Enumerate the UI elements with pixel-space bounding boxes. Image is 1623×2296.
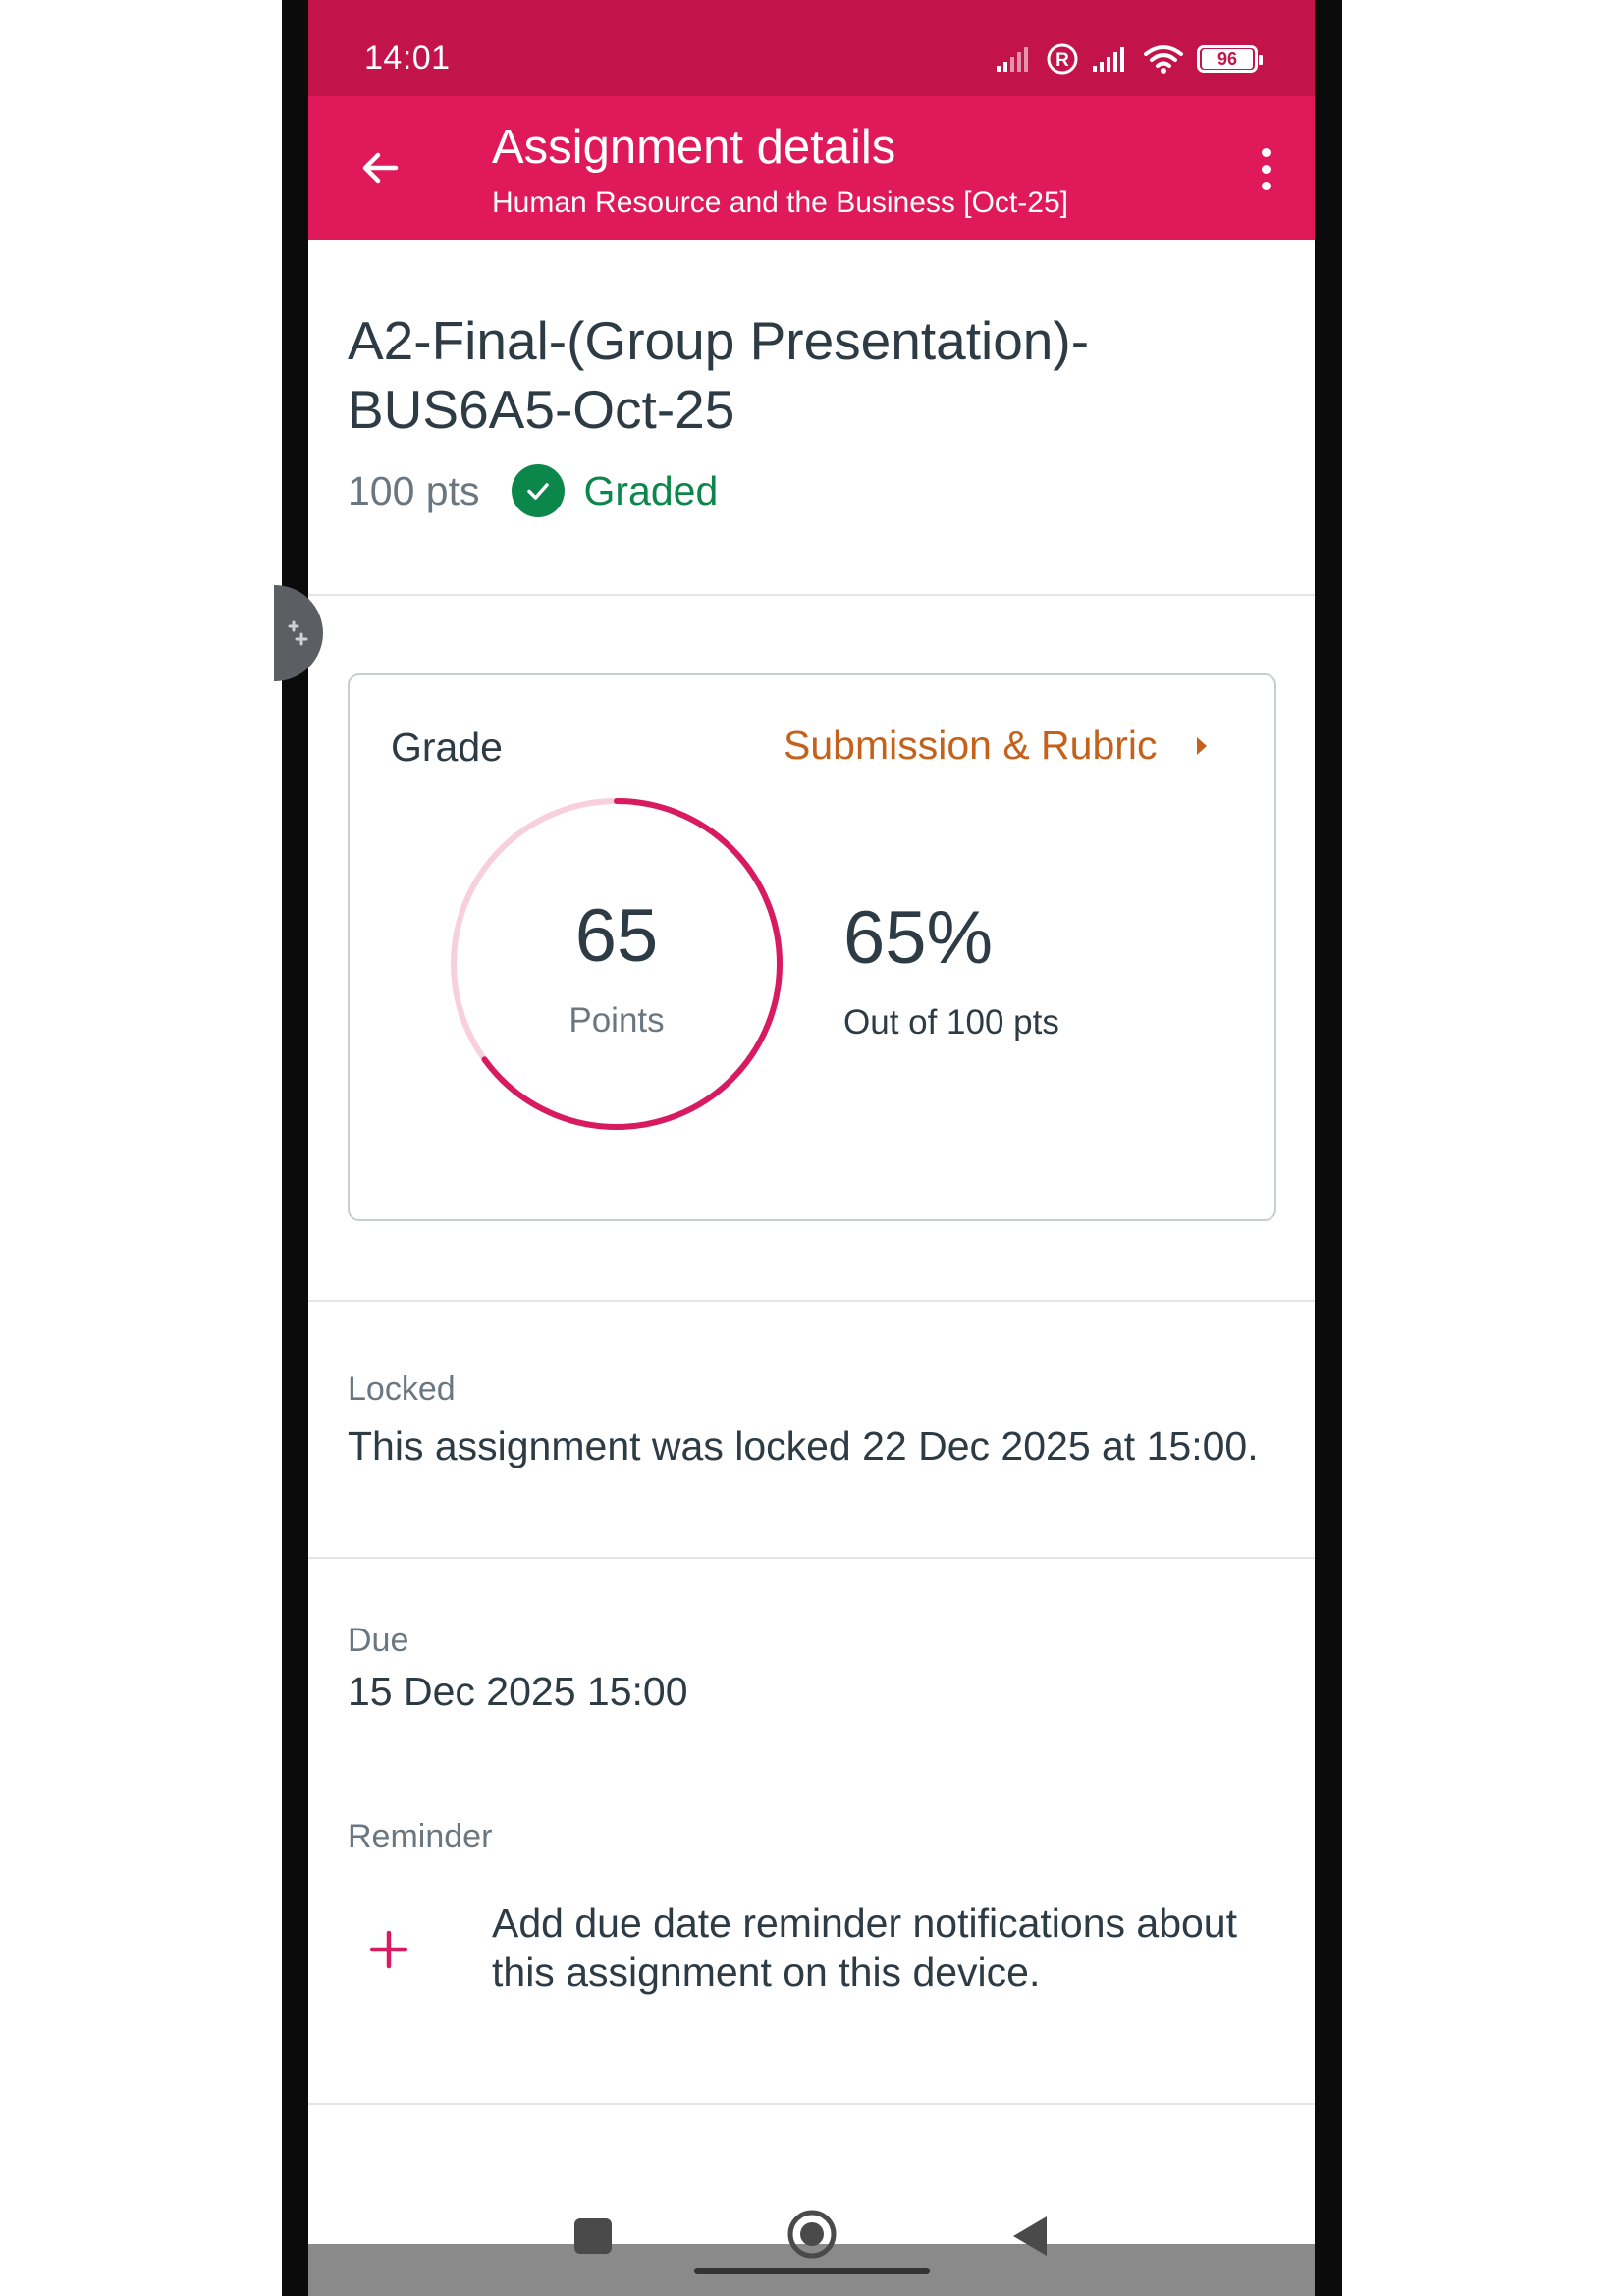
svg-text:R: R [1055, 50, 1069, 71]
more-vertical-icon [1261, 147, 1271, 157]
system-back-button[interactable] [1009, 2215, 1049, 2258]
system-nav-bar [308, 2169, 1315, 2296]
sparkle-icon [288, 620, 308, 646]
more-options-button[interactable] [1244, 139, 1287, 198]
add-reminder-button[interactable] [357, 1918, 420, 1981]
assignment-title: A2-Final-(Group Presentation)-BUS6A5-Oct… [348, 310, 1090, 440]
app-screen: 14:01 R 96 Assignment details Human Reso… [308, 0, 1315, 2296]
phone-frame-right [1315, 0, 1342, 2296]
graded-status: Graded [583, 467, 719, 513]
signal-weak-icon [997, 47, 1028, 72]
locked-label: Locked [348, 1370, 456, 1408]
phone-frame-left [282, 0, 308, 2296]
arrow-left-icon [362, 152, 399, 184]
more-dot [1261, 181, 1271, 190]
status-time: 14:01 [364, 39, 451, 77]
caret-right-icon [1196, 736, 1207, 755]
grade-label: Grade [391, 724, 503, 770]
grade-ring: 65 Points [448, 795, 785, 1133]
wifi-icon [1144, 45, 1183, 74]
roaming-icon: R [1047, 43, 1078, 75]
home-button[interactable] [786, 2209, 838, 2260]
grade-card: Grade Submission & Rubric 65 Points 65% … [348, 673, 1276, 1221]
points-row: 100 pts Graded [348, 461, 718, 520]
locked-text: This assignment was locked 22 Dec 2025 a… [348, 1423, 1259, 1468]
status-icons: R 96 [995, 39, 1263, 79]
grade-percent: 65% [843, 896, 994, 980]
due-label: Due [348, 1622, 409, 1659]
app-toolbar: Assignment details Human Resource and th… [308, 96, 1315, 240]
plus-icon [369, 1930, 408, 1969]
reminder-text: Add due date reminder notifications abou… [492, 1900, 1238, 1995]
status-bar: 14:01 R 96 [308, 0, 1315, 96]
back-button[interactable] [350, 137, 410, 198]
check-circle-icon [511, 464, 565, 517]
more-dot [1261, 164, 1271, 174]
divider [308, 1557, 1315, 1559]
signal-icon [1093, 47, 1124, 72]
gesture-pill [694, 2268, 930, 2274]
battery-level: 96 [1202, 49, 1253, 69]
submission-rubric-label: Submission & Rubric [784, 722, 1158, 768]
grade-score-label: Points [568, 1001, 665, 1040]
page-title: Assignment details [492, 121, 896, 174]
divider [308, 594, 1315, 596]
reminder-label: Reminder [348, 1818, 493, 1855]
points-possible: 100 pts [348, 467, 480, 513]
divider [308, 2103, 1315, 2105]
divider [308, 1300, 1315, 1302]
recent-apps-button[interactable] [574, 2218, 612, 2254]
grade-score: 65 [574, 894, 659, 978]
battery-icon: 96 [1197, 45, 1263, 73]
course-subtitle: Human Resource and the Business [Oct-25] [492, 187, 1068, 219]
due-date: 15 Dec 2025 15:00 [348, 1669, 688, 1714]
grade-out-of: Out of 100 pts [843, 1003, 1059, 1041]
submission-rubric-link[interactable]: Submission & Rubric [784, 722, 1207, 769]
